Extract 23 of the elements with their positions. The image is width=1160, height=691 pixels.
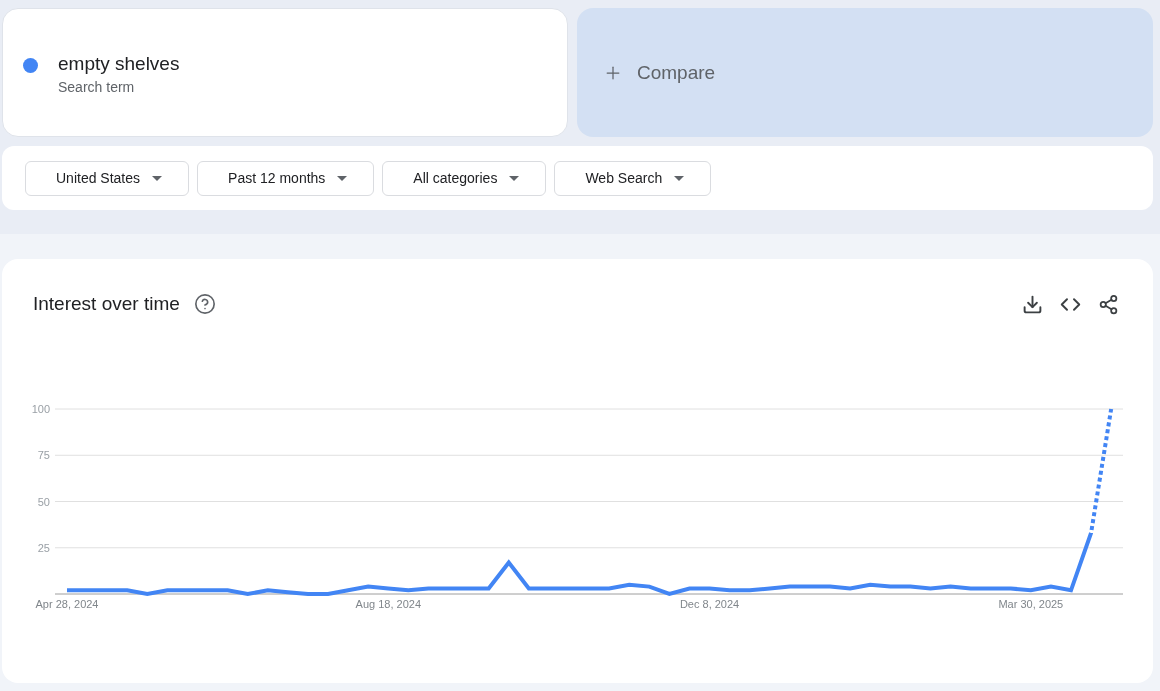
- compare-button[interactable]: Compare: [577, 8, 1153, 137]
- caret-icon: [337, 175, 348, 181]
- x-axis-label: Mar 30, 2025: [998, 598, 1064, 610]
- filter-dropdown[interactable]: All categories: [382, 160, 547, 196]
- filter-dropdown[interactable]: United States: [25, 160, 190, 196]
- x-axis-label: Dec 8, 2024: [679, 598, 740, 610]
- caret-icon: [674, 175, 685, 181]
- x-axis-label: Apr 28, 2024: [35, 598, 99, 610]
- caret-icon: [509, 175, 520, 181]
- filter-dropdown[interactable]: Past 12 months: [197, 160, 375, 196]
- caret-icon: [152, 175, 163, 181]
- download-icon[interactable]: [1022, 293, 1043, 315]
- search-term-caption: Search term: [58, 79, 136, 95]
- y-axis-label: 25: [37, 541, 50, 554]
- y-axis-label: 75: [37, 449, 50, 462]
- share-icon[interactable]: [1098, 293, 1119, 315]
- x-axis-label: Aug 18, 2024: [355, 598, 421, 610]
- help-icon[interactable]: [193, 293, 216, 315]
- search-term: empty shelves: [58, 53, 180, 75]
- y-axis-label: 100: [31, 403, 50, 415]
- chart-title: Interest over time: [33, 293, 180, 315]
- y-axis-label: 50: [37, 495, 50, 508]
- filter-dropdown[interactable]: Web Search: [554, 160, 712, 196]
